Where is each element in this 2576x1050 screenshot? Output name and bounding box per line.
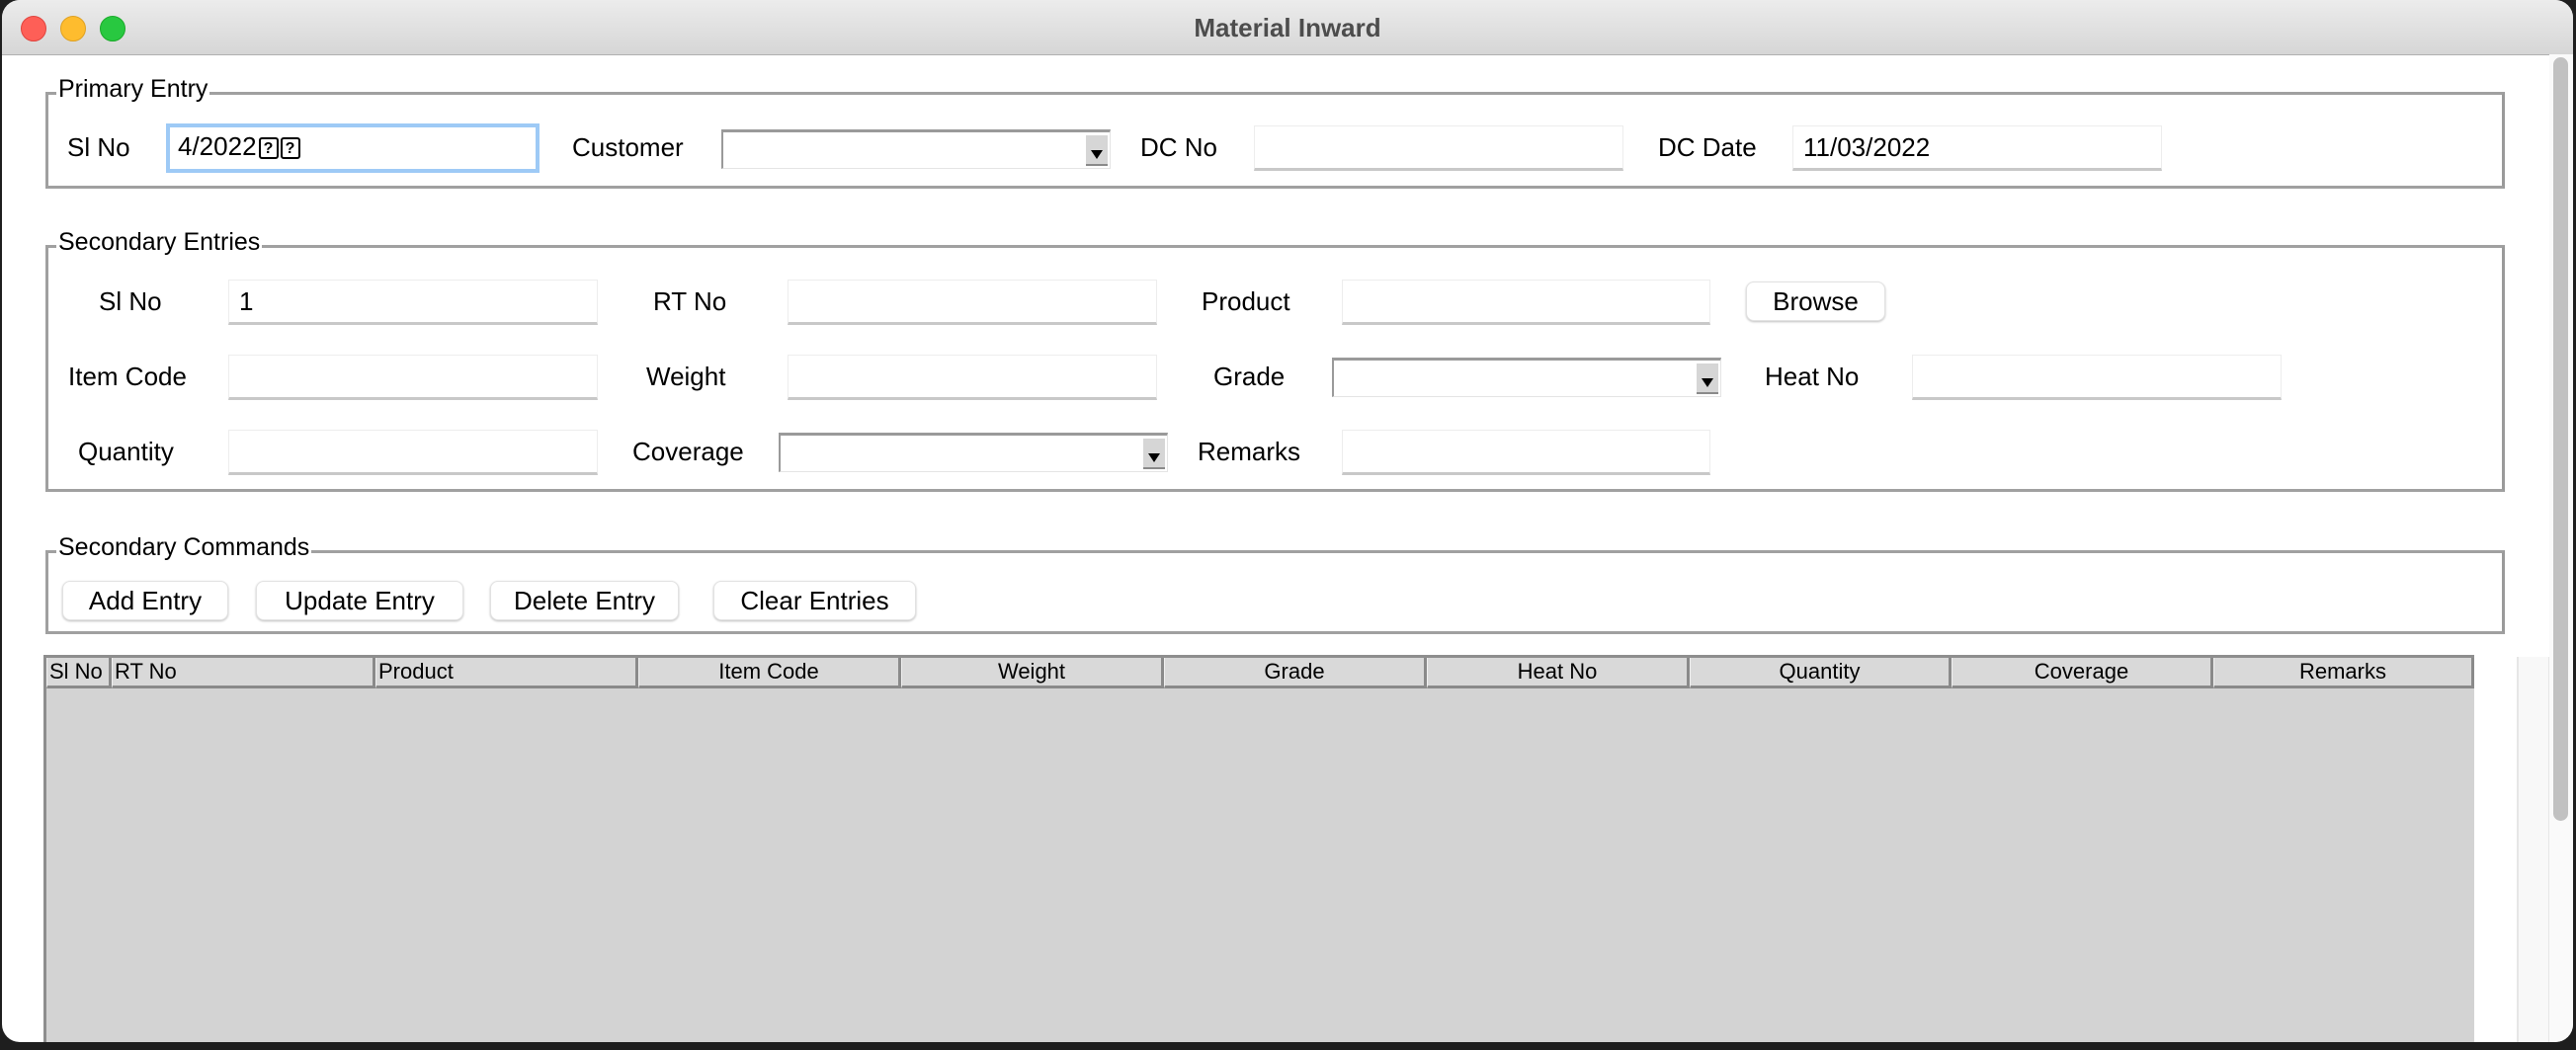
column-header-remarks[interactable]: Remarks: [2213, 658, 2474, 688]
add-entry-button[interactable]: Add Entry: [62, 581, 228, 620]
column-header-grade[interactable]: Grade: [1164, 658, 1427, 688]
customer-combobox[interactable]: [721, 129, 1111, 169]
secondary-commands-legend: Secondary Commands: [56, 533, 312, 562]
primary-sl-no-label: Sl No: [67, 132, 130, 162]
secondary-entries-legend: Secondary Entries: [56, 228, 263, 257]
grade-dropdown-arrow-icon[interactable]: [1697, 363, 1718, 394]
update-entry-button[interactable]: Update Entry: [256, 581, 463, 620]
title-bar: Material Inward: [2, 0, 2573, 55]
browse-button[interactable]: Browse: [1746, 282, 1885, 321]
item-code-label: Item Code: [68, 362, 187, 391]
missing-glyph-icon: ?: [258, 137, 279, 160]
dc-no-input[interactable]: [1254, 125, 1623, 171]
column-header-item-code[interactable]: Item Code: [638, 658, 901, 688]
window-title: Material Inward: [1194, 13, 1381, 42]
delete-entry-button[interactable]: Delete Entry: [490, 581, 679, 620]
secondary-sl-no-label: Sl No: [99, 286, 162, 316]
column-header-coverage[interactable]: Coverage: [1952, 658, 2213, 688]
heat-no-label: Heat No: [1765, 362, 1860, 391]
secondary-sl-no-input[interactable]: 1: [228, 280, 598, 325]
item-code-input[interactable]: [228, 355, 598, 400]
material-inward-window: Material Inward Primary Entry Sl No 4/20…: [2, 0, 2573, 1042]
column-header-sl-no[interactable]: Sl No: [46, 658, 112, 688]
column-header-product[interactable]: Product: [375, 658, 638, 688]
remarks-input[interactable]: [1342, 430, 1710, 475]
coverage-combobox[interactable]: [779, 433, 1168, 472]
window-scrollbar-thumb[interactable]: [2553, 57, 2568, 821]
remarks-label: Remarks: [1198, 437, 1301, 466]
rt-no-label: RT No: [653, 286, 727, 316]
column-header-heat-no[interactable]: Heat No: [1427, 658, 1690, 688]
quantity-label: Quantity: [78, 437, 174, 466]
missing-glyph-icon: ?: [280, 137, 300, 160]
dc-no-label: DC No: [1140, 132, 1218, 162]
grade-label: Grade: [1213, 362, 1286, 391]
heat-no-input[interactable]: [1912, 355, 2282, 400]
customer-label: Customer: [572, 132, 684, 162]
table-vertical-scrollbar[interactable]: [2517, 657, 2550, 1042]
rt-no-input[interactable]: [788, 280, 1157, 325]
clear-entries-button[interactable]: Clear Entries: [713, 581, 916, 620]
weight-input[interactable]: [788, 355, 1157, 400]
product-label: Product: [1202, 286, 1290, 316]
column-header-quantity[interactable]: Quantity: [1690, 658, 1952, 688]
primary-entry-legend: Primary Entry: [56, 75, 210, 104]
window-vertical-scrollbar[interactable]: [2549, 54, 2573, 1042]
dc-date-input[interactable]: 11/03/2022: [1792, 125, 2162, 171]
quantity-input[interactable]: [228, 430, 598, 475]
primary-sl-no-input[interactable]: 4/2022??: [166, 123, 540, 173]
dc-date-label: DC Date: [1658, 132, 1757, 162]
product-input[interactable]: [1342, 280, 1710, 325]
customer-dropdown-arrow-icon[interactable]: [1086, 135, 1108, 166]
primary-sl-no-value: 4/2022: [178, 131, 257, 161]
coverage-label: Coverage: [632, 437, 744, 466]
column-header-rt-no[interactable]: RT No: [112, 658, 375, 688]
coverage-dropdown-arrow-icon[interactable]: [1143, 439, 1165, 469]
table-header: Sl No RT No Product Item Code Weight Gra…: [46, 658, 2474, 688]
column-header-weight[interactable]: Weight: [901, 658, 1164, 688]
grade-combobox[interactable]: [1332, 358, 1721, 397]
weight-label: Weight: [646, 362, 726, 391]
entries-table[interactable]: Sl No RT No Product Item Code Weight Gra…: [43, 655, 2474, 1042]
